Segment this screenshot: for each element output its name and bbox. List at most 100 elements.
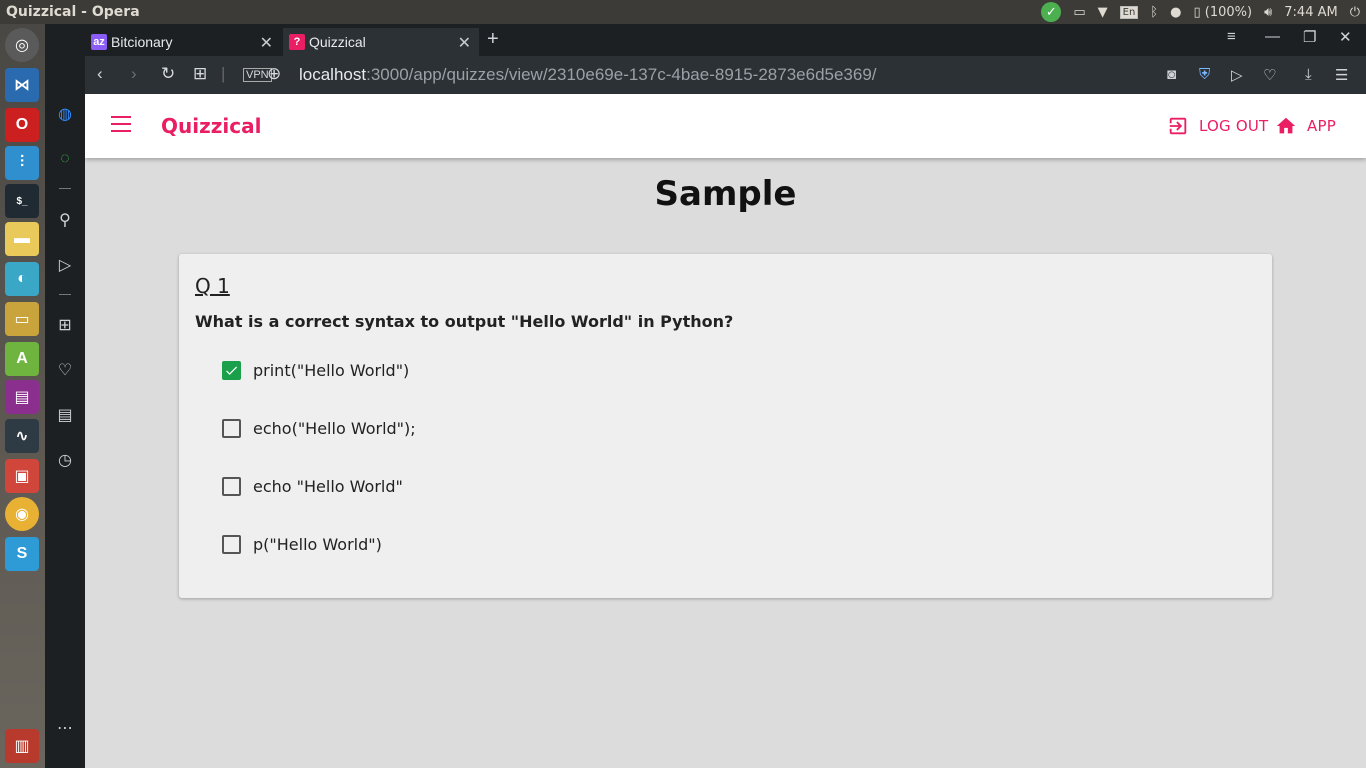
option-3[interactable]: echo "Hello World" <box>222 474 403 498</box>
window-title: Quizzical - Opera <box>6 4 140 20</box>
browser-window: ◍ ◌ ⚲ ▷ ⊞ ♡ ▤ ◷ ⋯ az Bitcionary ✕ ? Quiz… <box>45 24 1366 768</box>
checkbox[interactable] <box>222 476 241 496</box>
search-icon[interactable]: ⚲ <box>53 208 77 232</box>
question-icon: ? <box>289 34 305 50</box>
power-icon[interactable]: ⏻ <box>1344 0 1366 24</box>
history-icon[interactable]: ◷ <box>53 448 77 472</box>
menu-icon[interactable] <box>111 116 131 136</box>
close-icon[interactable]: ✕ <box>458 33 471 53</box>
option-label: echo("Hello World"); <box>253 418 416 438</box>
close-icon[interactable]: ✕ <box>260 33 273 53</box>
chat-icon[interactable]: ● <box>1164 0 1187 24</box>
file-manager-icon[interactable]: ▣ <box>5 459 39 493</box>
send-page-icon[interactable]: ▷ <box>1231 66 1243 84</box>
opera-icon[interactable]: O <box>5 108 39 142</box>
clock[interactable]: 7:44 AM <box>1278 0 1343 24</box>
app-button[interactable]: APP <box>1275 114 1336 138</box>
address-bar: ‹ › ↻ ⊞ | VPN ⊕ localhost:3000/app/quizz… <box>85 56 1366 94</box>
option-label: p("Hello World") <box>253 534 382 554</box>
tab-label: Quizzical <box>309 34 366 50</box>
url-path: :3000/app/quizzes/view/2310e69e-137c-4ba… <box>366 65 877 84</box>
download-icon[interactable]: ⤓ <box>1305 66 1312 83</box>
logout-icon <box>1169 117 1187 135</box>
trash-icon[interactable]: ▥ <box>5 729 39 763</box>
app-label: APP <box>1307 117 1336 135</box>
page-title: Sample <box>654 174 797 214</box>
page-viewport: Quizzical LOG OUT APP Sample Q 1 What is… <box>85 94 1366 768</box>
back-icon[interactable]: ‹ <box>97 64 103 84</box>
option-label: echo "Hello World" <box>253 476 403 496</box>
camera-icon[interactable]: ◙ <box>1167 66 1176 83</box>
checkbox[interactable] <box>222 418 241 438</box>
close-window-icon[interactable]: ✕ <box>1339 28 1352 46</box>
battery-indicator[interactable]: ▯ (100%) <box>1187 0 1258 24</box>
tab-quizzical[interactable]: ? Quizzical ✕ <box>283 28 479 56</box>
home-icon <box>1276 117 1296 134</box>
terminal-icon[interactable]: $_ <box>5 184 39 218</box>
tape-icon[interactable]: ▭ <box>5 302 39 336</box>
system-tray: ✓ ▭ ▼ En ᛒ ● ▯ (100%) 🔊︎ 7:44 AM ⏻ <box>1035 0 1366 24</box>
bluetooth-icon[interactable]: ᛒ <box>1144 0 1164 24</box>
option-2[interactable]: echo("Hello World"); <box>222 416 416 440</box>
tab-bitcionary[interactable]: az Bitcionary ✕ <box>85 28 281 56</box>
keyboard-layout-indicator[interactable]: En <box>1114 0 1145 24</box>
logout-button[interactable]: LOG OUT <box>1167 114 1268 138</box>
opera-sidebar: ◍ ◌ ⚲ ▷ ⊞ ♡ ▤ ◷ ⋯ <box>45 24 85 768</box>
easy-setup-icon[interactable]: ☰ <box>1335 66 1348 84</box>
question-text: What is a correct syntax to output "Hell… <box>195 312 734 331</box>
tab-menu-icon[interactable]: ≡ <box>1227 28 1236 45</box>
speed-dial-icon[interactable]: ⊞ <box>53 313 77 337</box>
addr-divider: | <box>221 64 226 83</box>
messenger-icon[interactable]: ◍ <box>53 102 77 126</box>
update-check-icon[interactable]: ✓ <box>1035 0 1067 24</box>
adblock-shield-icon[interactable]: ⛨ <box>1199 66 1210 83</box>
new-tab-button[interactable]: + <box>487 28 499 51</box>
checkmark-icon <box>226 366 238 375</box>
app-brand[interactable]: Quizzical <box>161 114 261 138</box>
ubuntu-dash-icon[interactable]: ◎ <box>5 28 39 62</box>
whatsapp-icon[interactable]: ◌ <box>53 147 77 171</box>
tabs-grid-icon[interactable]: ⊞ <box>193 64 207 84</box>
volume-icon[interactable]: 🔊︎ <box>1258 0 1278 24</box>
logout-label: LOG OUT <box>1199 117 1269 135</box>
sidebar-divider <box>59 294 71 295</box>
audio-editor-icon[interactable]: ⫶ <box>5 146 39 180</box>
url-host: localhost <box>299 65 367 84</box>
checkbox[interactable] <box>222 360 241 380</box>
tab-bar: az Bitcionary ✕ ? Quizzical ✕ + ≡ — ❐ ✕ <box>85 24 1366 56</box>
files-icon[interactable]: ▬ <box>5 222 39 256</box>
option-1[interactable]: print("Hello World") <box>222 358 409 382</box>
reload-icon[interactable]: ↻ <box>161 64 175 84</box>
minimize-icon[interactable]: — <box>1265 28 1280 45</box>
skype-icon[interactable]: S <box>5 537 39 571</box>
globe-icon[interactable]: ⊕ <box>267 64 281 84</box>
option-label: print("Hello World") <box>253 360 410 380</box>
chrome-icon[interactable]: ◉ <box>5 497 39 531</box>
sound-icon[interactable]: ◐ <box>5 262 39 296</box>
bookmark-heart-icon[interactable]: ♡ <box>1263 66 1276 84</box>
app-bar: Quizzical LOG OUT APP <box>85 94 1366 158</box>
question-number: Q 1 <box>195 274 230 298</box>
tab-label: Bitcionary <box>111 34 173 50</box>
window-app-icon[interactable]: ▤ <box>5 380 39 414</box>
send-icon[interactable]: ▷ <box>53 253 77 277</box>
restore-icon[interactable]: ❐ <box>1303 28 1316 46</box>
wifi-icon[interactable]: ▼ <box>1092 0 1114 24</box>
os-top-panel: Quizzical - Opera ✓ ▭ ▼ En ᛒ ● ▯ (100%) … <box>0 0 1366 24</box>
sidebar-divider <box>59 188 71 189</box>
forward-icon[interactable]: › <box>131 64 137 84</box>
az-icon: az <box>91 34 107 50</box>
vscode-icon[interactable]: ⋈ <box>5 68 39 102</box>
system-monitor-icon[interactable]: ∿ <box>5 419 39 453</box>
battery-level: (100%) <box>1204 4 1253 20</box>
checkbox[interactable] <box>222 534 241 554</box>
url-field[interactable]: localhost:3000/app/quizzes/view/2310e69e… <box>299 65 877 85</box>
printer-icon[interactable]: ▭ <box>1067 0 1091 24</box>
news-icon[interactable]: ▤ <box>53 403 77 427</box>
question-card: Q 1 What is a correct syntax to output "… <box>179 254 1272 598</box>
option-4[interactable]: p("Hello World") <box>222 532 382 556</box>
more-icon[interactable]: ⋯ <box>53 716 77 740</box>
heart-icon[interactable]: ♡ <box>53 358 77 382</box>
battery-icon: ▯ <box>1193 4 1201 20</box>
android-studio-icon[interactable]: A <box>5 342 39 376</box>
